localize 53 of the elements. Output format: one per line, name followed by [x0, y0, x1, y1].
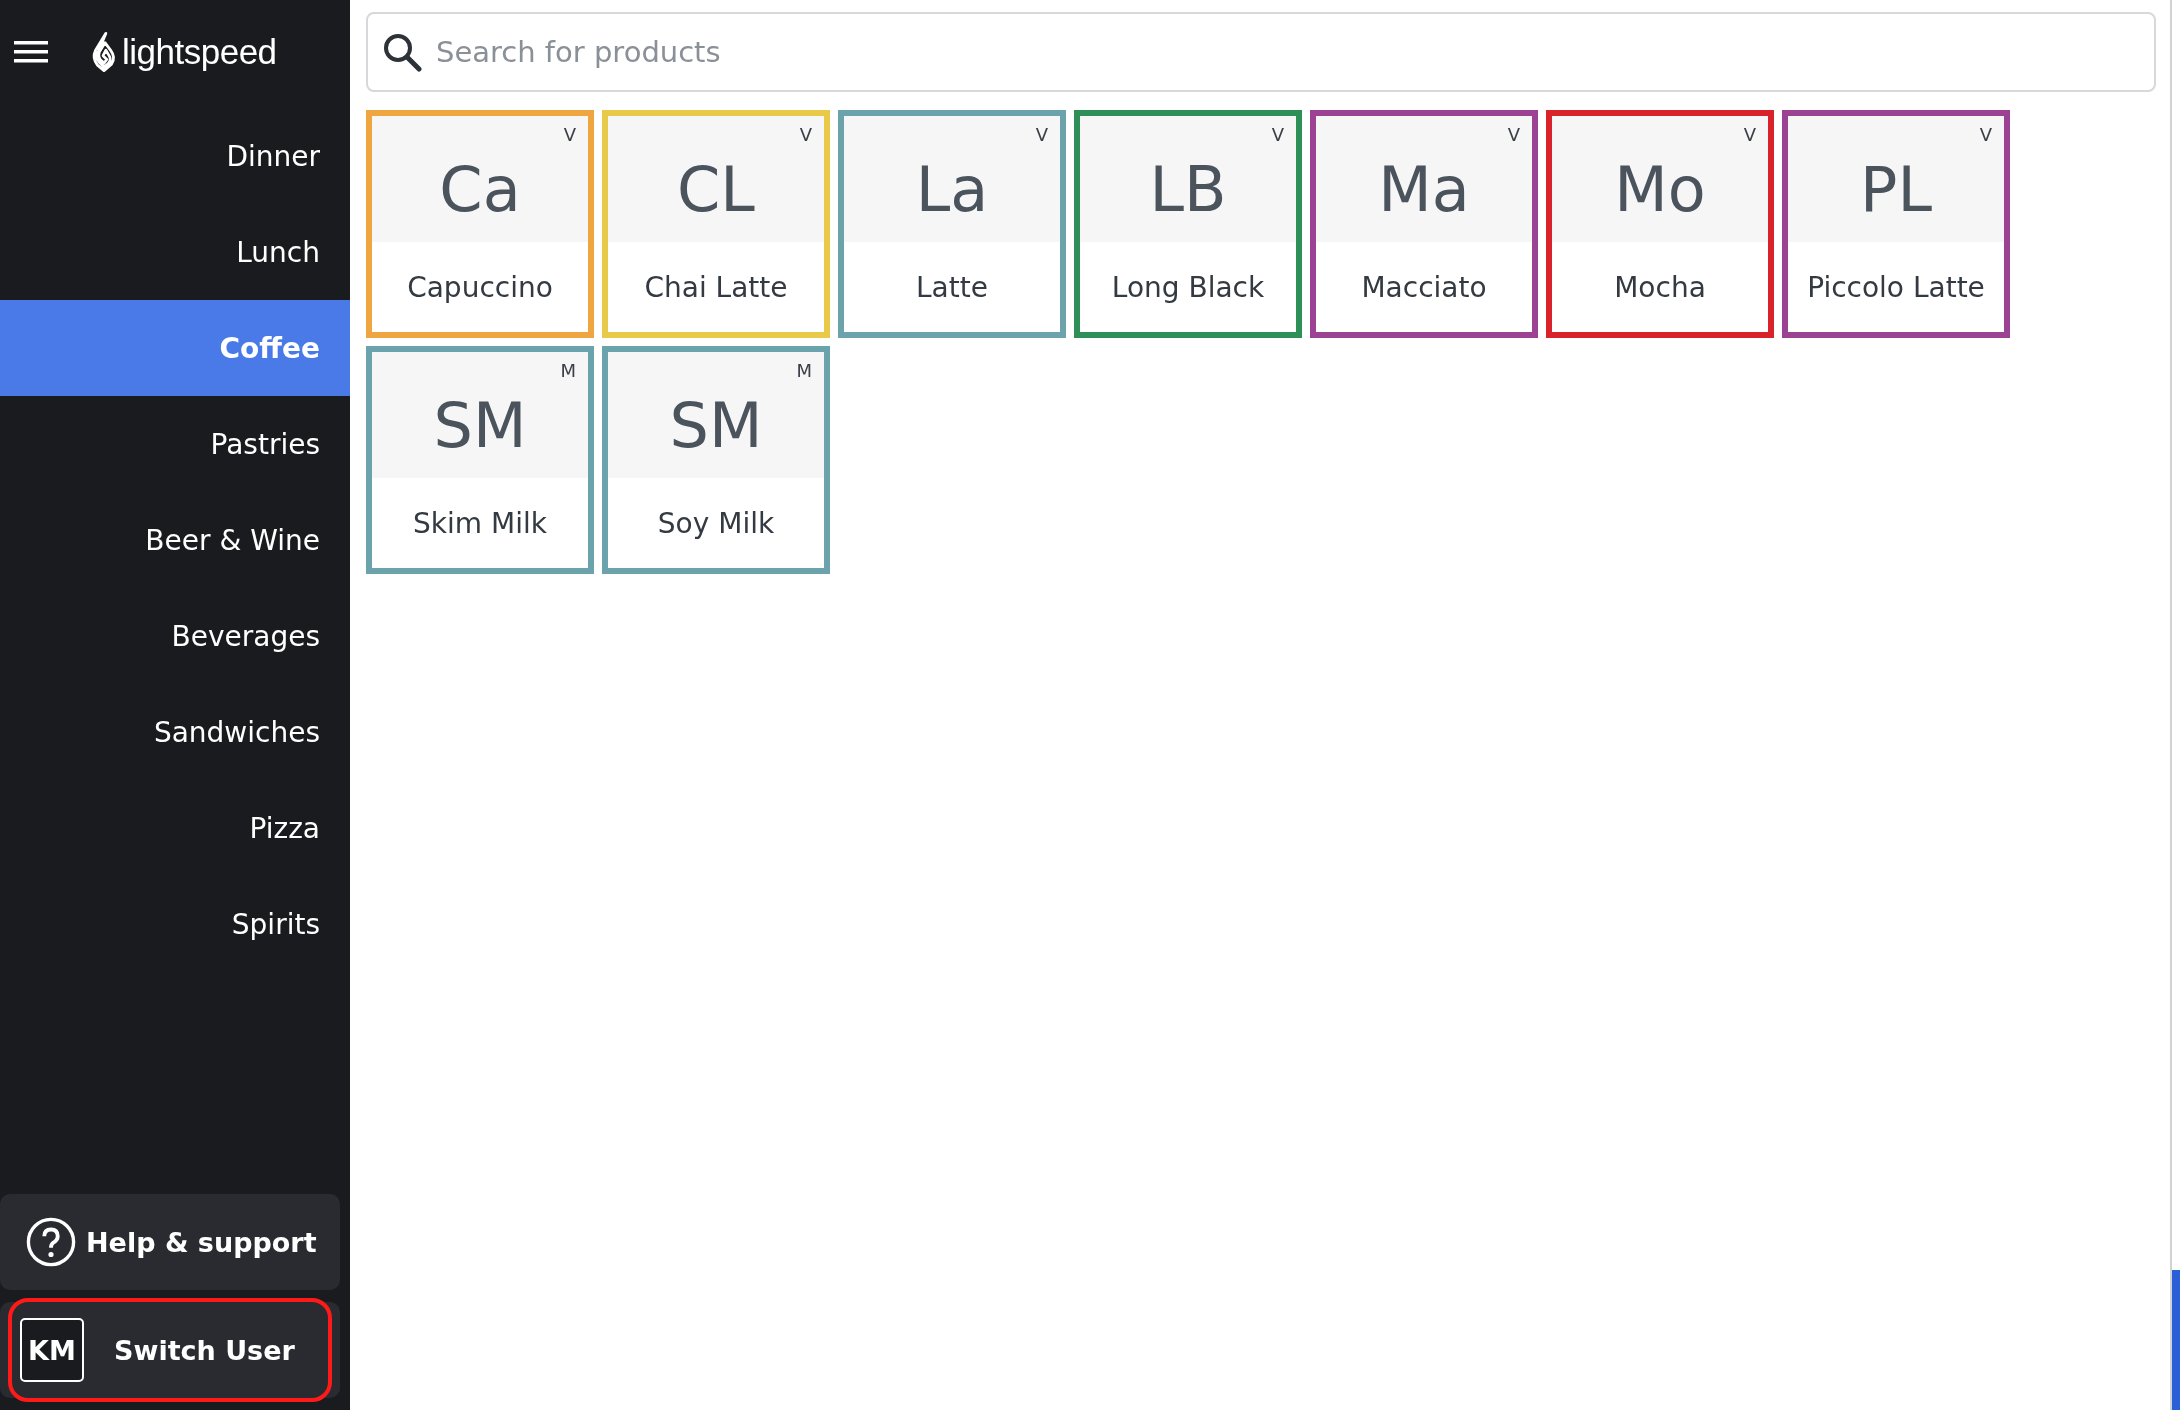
menu-icon[interactable] [14, 41, 48, 63]
product-abbreviation: CL [677, 152, 755, 226]
product-tile[interactable]: V PL Piccolo Latte [1782, 110, 2010, 338]
category-tab[interactable]: Dinner [0, 108, 350, 204]
product-name: Soy Milk [656, 505, 776, 542]
product-tile[interactable]: V LB Long Black [1074, 110, 1302, 338]
product-tag: V [1271, 124, 1284, 145]
product-abbreviation: Mo [1614, 152, 1706, 226]
product-abbreviation: Ca [439, 152, 521, 226]
category-tab[interactable]: Pizza [0, 780, 350, 876]
product-tag: V [1979, 124, 1992, 145]
product-abbreviation: LB [1149, 152, 1227, 226]
help-icon [26, 1217, 76, 1267]
category-tab[interactable]: Lunch [0, 204, 350, 300]
product-tile[interactable]: V CL Chai Latte [602, 110, 830, 338]
product-name: Chai Latte [643, 269, 789, 306]
category-tab[interactable]: Pastries [0, 396, 350, 492]
product-name: Piccolo Latte [1806, 269, 1986, 306]
product-name: Latte [915, 269, 989, 306]
product-name: Long Black [1110, 269, 1266, 306]
switch-user-button[interactable]: KM Switch User [0, 1302, 340, 1398]
product-tag: V [799, 124, 812, 145]
product-tag: V [563, 124, 576, 145]
product-tile[interactable]: M SM Soy Milk [602, 346, 830, 574]
category-tab[interactable]: Coffee [0, 300, 350, 396]
brand-name: lightspeed [122, 32, 277, 72]
category-tab[interactable]: Sandwiches [0, 684, 350, 780]
product-abbreviation: PL [1860, 152, 1932, 226]
product-name: Macciato [1360, 269, 1488, 306]
product-name: Skim Milk [412, 505, 548, 542]
user-initials-avatar: KM [20, 1318, 84, 1382]
product-name: Mocha [1613, 269, 1707, 306]
product-abbreviation: La [915, 152, 989, 226]
product-tag: V [1507, 124, 1520, 145]
category-tab[interactable]: Beer & Wine [0, 492, 350, 588]
product-tag: V [1743, 124, 1756, 145]
category-tab[interactable]: Spirits [0, 876, 350, 972]
search-field[interactable]: Search for products [366, 12, 2156, 92]
product-tile[interactable]: M SM Skim Milk [366, 346, 594, 574]
product-tag: M [796, 360, 812, 381]
product-abbreviation: Ma [1378, 152, 1470, 226]
product-tag: V [1035, 124, 1048, 145]
product-abbreviation: SM [433, 388, 527, 462]
product-tile[interactable]: V Ca Capuccino [366, 110, 594, 338]
help-support-button[interactable]: Help & support [0, 1194, 340, 1290]
category-tab[interactable]: Beverages [0, 588, 350, 684]
product-abbreviation: SM [669, 388, 763, 462]
product-tile[interactable]: V La Latte [838, 110, 1066, 338]
flame-logo-icon [90, 31, 118, 73]
product-tile[interactable]: V Ma Macciato [1310, 110, 1538, 338]
product-tile[interactable]: V Mo Mocha [1546, 110, 1774, 338]
product-name: Capuccino [406, 269, 554, 306]
product-tag: M [560, 360, 576, 381]
